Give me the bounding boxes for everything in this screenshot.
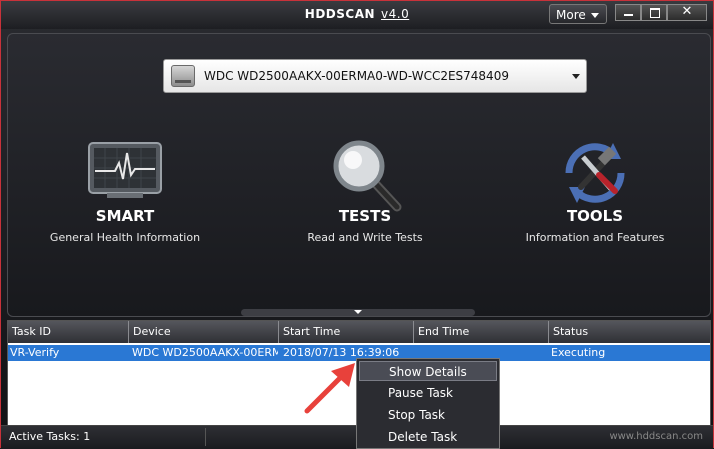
- heartbeat-monitor-icon: [88, 142, 162, 198]
- cell-device: WDC WD2500AAKX-00ERM…: [132, 346, 278, 359]
- collapse-handle[interactable]: [241, 309, 475, 316]
- close-button[interactable]: ✕: [667, 4, 707, 21]
- app-window: HDDSCAN v4.0 More ✕ WDC WD2500AAKX-00ERMA…: [0, 0, 714, 449]
- column-end-time[interactable]: End Time: [413, 321, 548, 343]
- magnifier-icon: [333, 140, 402, 212]
- drive-name: WDC WD2500AAKX-00ERMA0-WD-WCC2ES748409: [204, 69, 509, 83]
- drive-selector[interactable]: WDC WD2500AAKX-00ERMA0-WD-WCC2ES748409: [163, 59, 587, 93]
- tools-icon: [565, 143, 625, 203]
- minimize-button[interactable]: [615, 4, 641, 21]
- tools-feature[interactable]: TOOLS Information and Features: [485, 141, 705, 244]
- tests-subtitle: Read and Write Tests: [307, 231, 423, 244]
- context-menu: Show Details Pause Task Stop Task Delete…: [356, 358, 500, 449]
- active-tasks-count: Active Tasks: 1: [9, 430, 91, 443]
- smart-feature[interactable]: SMART General Health Information: [15, 141, 235, 244]
- title-bar[interactable]: HDDSCAN v4.0 More ✕: [1, 1, 713, 29]
- app-name: HDDSCAN: [304, 7, 376, 21]
- menu-item-stop-task[interactable]: Stop Task: [359, 405, 497, 425]
- menu-item-delete-task[interactable]: Delete Task: [359, 427, 497, 447]
- tools-subtitle: Information and Features: [525, 231, 665, 244]
- version-link[interactable]: v4.0: [381, 7, 409, 21]
- dropdown-arrow-icon: [572, 74, 580, 79]
- maximize-button[interactable]: [641, 4, 667, 21]
- menu-item-show-details[interactable]: Show Details: [359, 361, 497, 381]
- tools-label: TOOLS: [566, 207, 624, 225]
- close-icon: ✕: [681, 4, 693, 19]
- hard-drive-icon: [171, 65, 195, 87]
- smart-subtitle: General Health Information: [49, 231, 201, 244]
- cell-status: Executing: [551, 346, 606, 359]
- column-start-time[interactable]: Start Time: [278, 321, 413, 343]
- column-status[interactable]: Status: [548, 321, 710, 343]
- annotation-arrow-icon: [304, 363, 355, 414]
- website-label: www.hddscan.com: [609, 431, 703, 442]
- menu-item-pause-task[interactable]: Pause Task: [359, 383, 497, 403]
- chevron-down-icon: [591, 13, 599, 18]
- column-device[interactable]: Device: [128, 321, 278, 343]
- status-divider: [205, 428, 206, 446]
- smart-label: SMART: [95, 207, 155, 225]
- task-table-header: Task ID Device Start Time End Time Statu…: [8, 321, 710, 343]
- tests-label: TESTS: [338, 207, 392, 225]
- cell-task-id: VR-Verify: [10, 346, 60, 359]
- more-button[interactable]: More: [549, 4, 607, 24]
- tests-feature[interactable]: TESTS Read and Write Tests: [255, 140, 475, 244]
- more-label: More: [556, 8, 586, 22]
- column-task-id[interactable]: Task ID: [8, 321, 128, 343]
